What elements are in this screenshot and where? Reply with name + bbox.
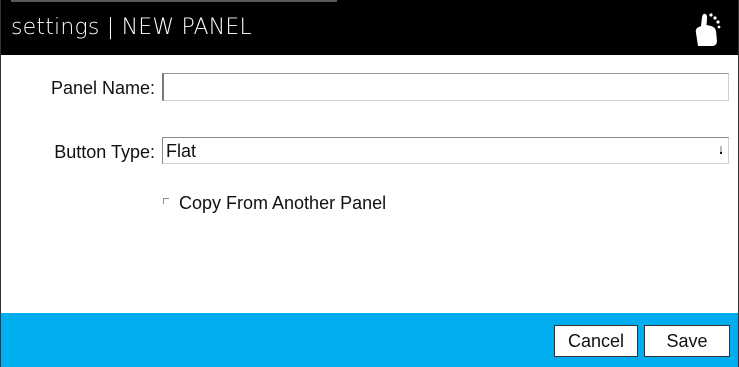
window-title: settings | NEW PANEL [11,15,252,40]
button-type-selected-value: Flat [166,141,197,161]
title-bar: settings | NEW PANEL [1,0,738,55]
button-type-label: Button Type: [54,142,155,162]
cancel-button[interactable]: Cancel [554,325,638,357]
button-type-select[interactable]: Flat [162,137,729,164]
title-accent-line [11,0,337,2]
new-panel-dialog: settings | NEW PANEL Panel Name: Button … [0,0,739,367]
save-button[interactable]: Save [644,325,730,357]
panel-name-input[interactable] [162,73,729,101]
copy-from-panel-checkbox[interactable] [163,198,169,204]
panel-name-label: Panel Name: [50,78,155,98]
dialog-footer: Cancel Save [1,313,738,367]
chevron-down-icon [720,146,722,154]
copy-from-panel-label: Copy From Another Panel [179,193,387,213]
hand-pointer-icon [695,13,721,47]
